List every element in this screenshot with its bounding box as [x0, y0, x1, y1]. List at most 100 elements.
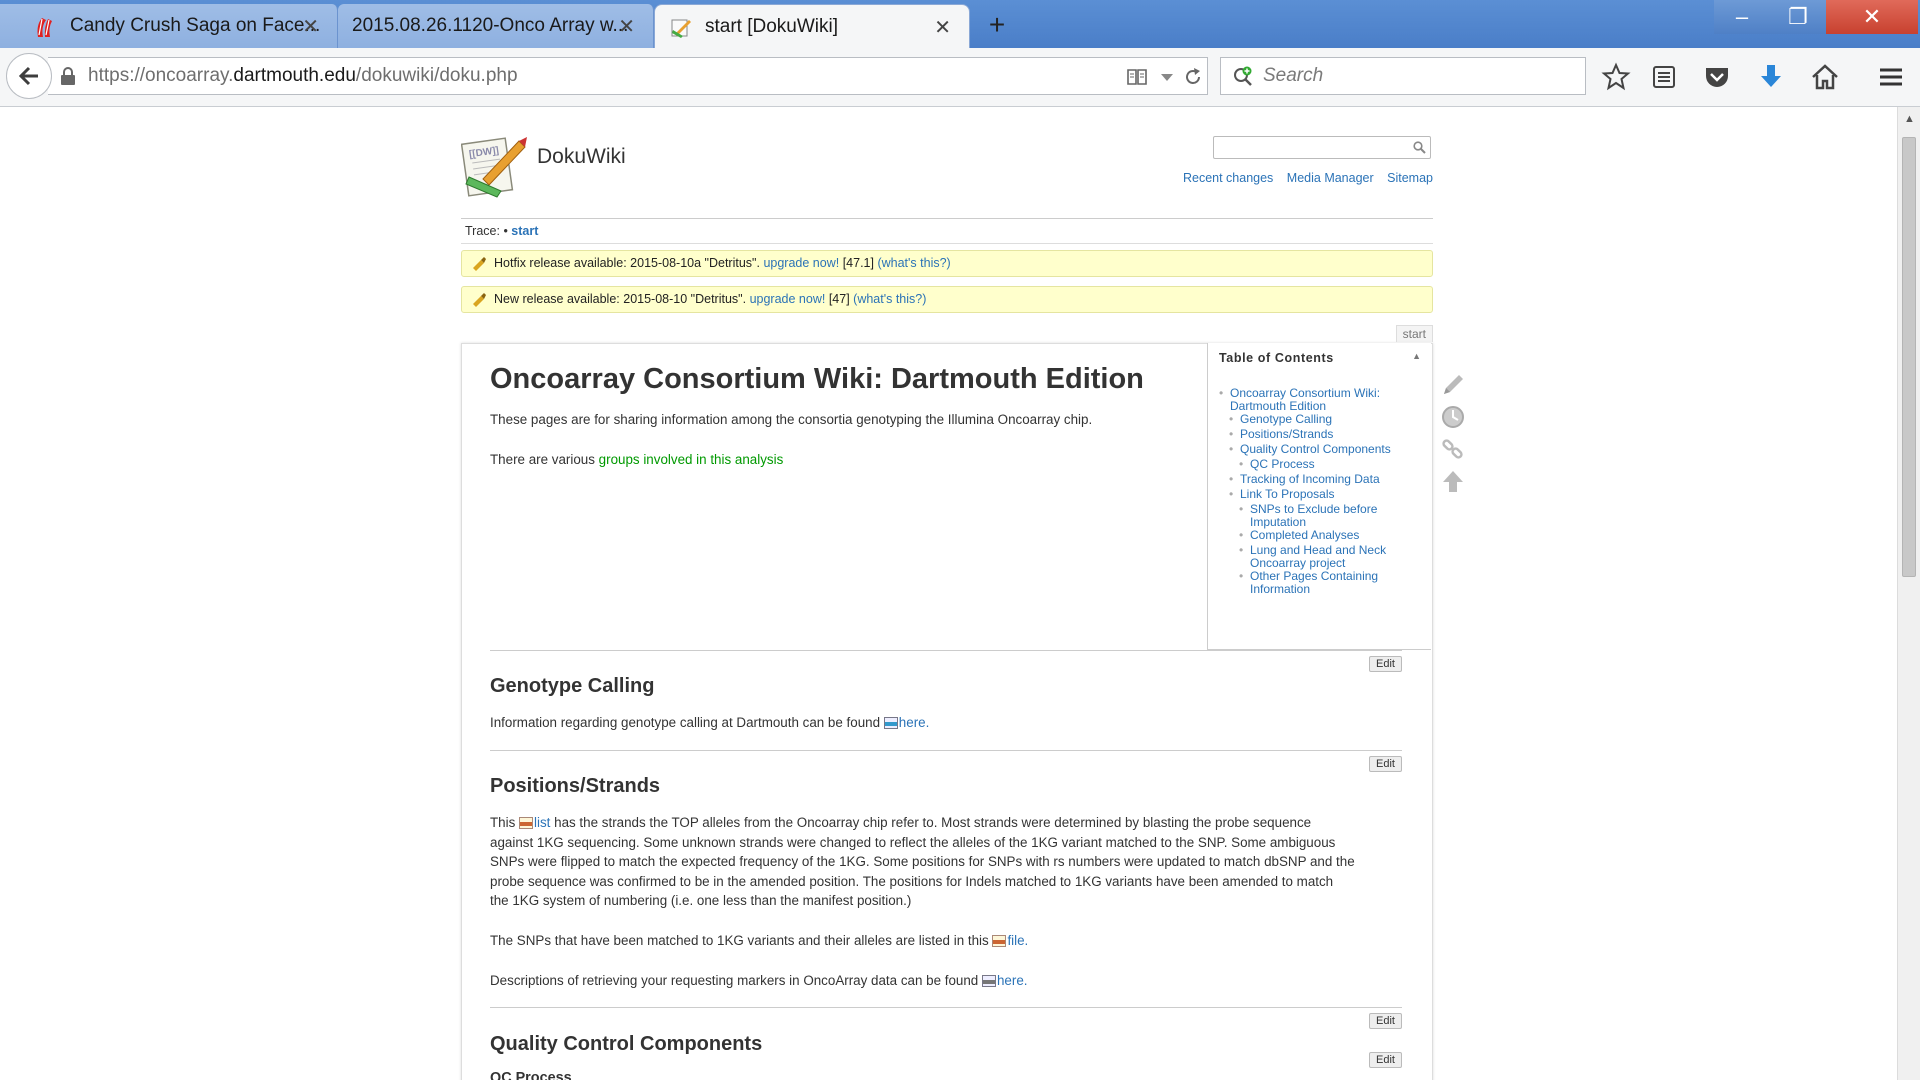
breadcrumb: Trace: • start	[465, 224, 538, 238]
genotype-calling-heading: Genotype Calling	[490, 675, 655, 697]
edit-button[interactable]: Edit	[1369, 756, 1402, 772]
wiki-search-input[interactable]	[1213, 136, 1431, 159]
positions-line: against 1KG sequencing. Some unknown str…	[490, 834, 1336, 850]
spreadsheet-file-icon	[992, 935, 1007, 947]
tab-onco-array[interactable]: 2015.08.26.1120-Onco Array w... ✕	[338, 4, 654, 48]
toc-item[interactable]: Completed Analyses	[1239, 529, 1359, 543]
genotype-here-text: here.	[898, 715, 930, 730]
url-text: https://oncoarray.dartmouth.edu/dokuwiki…	[88, 58, 518, 94]
toc-item[interactable]: Tracking of Incoming Data	[1229, 473, 1380, 487]
new-tab-button[interactable]: +	[980, 8, 1014, 42]
search-placeholder: Search	[1263, 65, 1324, 86]
toc-item[interactable]: QC Process	[1239, 458, 1315, 472]
revisions-clock-icon[interactable]	[1440, 404, 1466, 430]
snps-file-link[interactable]: file.	[992, 933, 1028, 948]
tab-dokuwiki[interactable]: start [DokuWiki] ✕	[654, 4, 970, 48]
edit-button[interactable]: Edit	[1369, 656, 1402, 672]
positions-paragraph: This list has the strands the TOP allele…	[490, 813, 1355, 911]
tab-close-icon[interactable]: ✕	[302, 14, 319, 39]
trace-link-start[interactable]: start	[511, 224, 538, 238]
search-bar[interactable]: Search	[1220, 57, 1586, 95]
dokuwiki-favicon-icon	[671, 19, 691, 38]
positions-list-text: list	[534, 815, 551, 830]
tab-candy-crush[interactable]: Candy Crush Saga on Face... ✕	[0, 4, 338, 48]
positions-list-link[interactable]: list	[519, 815, 550, 830]
notice-version: [47]	[828, 292, 850, 306]
release-notice: New release available: 2015-08-10 "Detri…	[461, 286, 1433, 313]
url-prefix: https://oncoarray.	[88, 65, 234, 86]
notice-broom-icon	[473, 257, 486, 271]
back-button[interactable]	[6, 53, 52, 99]
whats-this-link[interactable]: (what's this?)	[853, 292, 926, 306]
menu-icon[interactable]	[1876, 62, 1906, 92]
groups-paragraph: There are various groups involved in thi…	[490, 450, 783, 470]
toc-item[interactable]: Oncoarray Consortium Wiki: Dartmouth Edi…	[1219, 387, 1390, 413]
whats-this-link[interactable]: (what's this?)	[877, 256, 950, 270]
positions-strands-heading: Positions/Strands	[490, 775, 661, 797]
text-file-icon	[883, 717, 898, 729]
toc-title[interactable]: Table of Contents	[1219, 351, 1334, 365]
markers-text: Descriptions of retrieving your requesti…	[490, 973, 982, 988]
site-title[interactable]: DokuWiki	[537, 145, 626, 169]
upgrade-now-link[interactable]: upgrade now!	[750, 292, 826, 306]
dokuwiki-logo-icon[interactable]: [[DW]]	[461, 131, 529, 199]
candy-favicon-icon	[37, 18, 52, 37]
window-minimize-button[interactable]: –	[1714, 0, 1770, 34]
home-icon[interactable]	[1810, 62, 1840, 92]
downloads-icon[interactable]	[1756, 62, 1786, 92]
back-to-top-arrow-icon[interactable]	[1440, 468, 1466, 494]
toc-item[interactable]: Genotype Calling	[1229, 413, 1332, 427]
genotype-text: Information regarding genotype calling a…	[490, 715, 884, 730]
markers-here-text: here.	[996, 973, 1028, 988]
notice-text: New release available: 2015-08-10 "Detri…	[494, 292, 747, 306]
table-of-contents: Table of Contents ▲ Oncoarray Consortium…	[1207, 343, 1431, 650]
reload-icon[interactable]	[1182, 66, 1204, 88]
pocket-icon[interactable]	[1702, 62, 1732, 92]
search-icon[interactable]	[1413, 141, 1426, 154]
toc-collapse-icon[interactable]: ▲	[1412, 351, 1421, 361]
tab-close-icon[interactable]: ✕	[618, 14, 635, 39]
scrollbar-thumb[interactable]	[1902, 137, 1916, 577]
section-divider	[490, 650, 1402, 651]
dropdown-arrow-icon[interactable]	[1156, 66, 1178, 88]
media-manager-link[interactable]: Media Manager	[1287, 171, 1374, 185]
toc-item[interactable]: SNPs to Exclude before Imputation	[1239, 503, 1390, 529]
header-divider	[461, 218, 1433, 219]
scroll-up-arrow-icon[interactable]: ▲	[1904, 113, 1915, 125]
positions-prefix: This	[490, 815, 520, 830]
url-bar[interactable]: https://oncoarray.dartmouth.edu/dokuwiki…	[48, 57, 1208, 95]
tab-title: 2015.08.26.1120-Onco Array w...	[352, 15, 629, 36]
reader-view-icon[interactable]	[1126, 66, 1148, 88]
upgrade-now-link[interactable]: upgrade now!	[763, 256, 839, 270]
toc-item[interactable]: Positions/Strands	[1229, 428, 1333, 442]
window-maximize-button[interactable]: ❐	[1770, 0, 1826, 34]
positions-line: has the strands the TOP alleles from the…	[550, 815, 1312, 830]
bookmark-star-icon[interactable]	[1601, 62, 1631, 92]
toc-item[interactable]: Link To Proposals	[1229, 488, 1334, 502]
bookmarks-list-icon[interactable]	[1649, 62, 1679, 92]
edit-button[interactable]: Edit	[1369, 1052, 1402, 1068]
tab-close-icon[interactable]: ✕	[934, 15, 951, 40]
edit-button[interactable]: Edit	[1369, 1013, 1402, 1029]
toc-item[interactable]: Other Pages Containing Information	[1239, 570, 1400, 596]
groups-link[interactable]: groups involved in this analysis	[599, 452, 784, 467]
groups-prefix: There are various	[490, 452, 599, 467]
page-viewport: [[DW]] DokuWiki Recent changes Media Man…	[0, 107, 1897, 1080]
navigation-toolbar: https://oncoarray.dartmouth.edu/dokuwiki…	[0, 48, 1920, 107]
edit-pencil-icon[interactable]	[1440, 372, 1466, 398]
genotype-here-link[interactable]: here.	[883, 715, 930, 730]
toc-item[interactable]: Quality Control Components	[1229, 443, 1391, 457]
recent-changes-link[interactable]: Recent changes	[1183, 171, 1273, 185]
vertical-scrollbar[interactable]: ▲	[1897, 107, 1920, 1080]
toc-item[interactable]: Lung and Head and Neck Oncoarray project	[1239, 544, 1400, 570]
window-close-button[interactable]: ✕	[1826, 0, 1918, 34]
section-divider	[490, 1007, 1402, 1008]
trace-separator: •	[499, 224, 512, 238]
sitemap-link[interactable]: Sitemap	[1387, 171, 1433, 185]
backlinks-chain-icon[interactable]	[1440, 436, 1466, 462]
markers-here-link[interactable]: here.	[981, 973, 1028, 988]
lock-icon	[61, 67, 75, 85]
spreadsheet-file-icon	[519, 817, 534, 829]
qc-process-heading: QC Process	[490, 1070, 572, 1080]
breadcrumb-divider	[461, 243, 1433, 244]
